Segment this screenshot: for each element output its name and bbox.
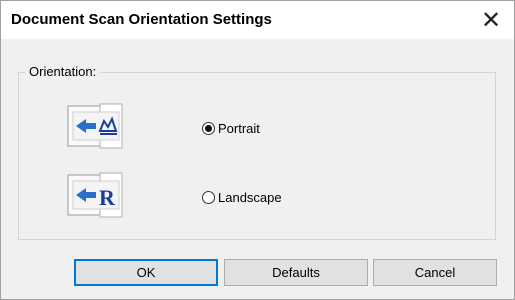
ok-button[interactable]: OK: [74, 259, 218, 286]
svg-text:R: R: [99, 185, 116, 210]
portrait-radio[interactable]: Portrait: [202, 121, 260, 136]
portrait-orientation-icon: [64, 102, 136, 152]
defaults-button[interactable]: Defaults: [224, 259, 368, 286]
title-bar: Document Scan Orientation Settings ✕: [1, 1, 514, 39]
landscape-orientation-icon: R: [64, 171, 136, 221]
landscape-radio[interactable]: Landscape: [202, 190, 282, 205]
portrait-radio-button[interactable]: [202, 122, 215, 135]
orientation-settings-dialog: Document Scan Orientation Settings ✕ Ori…: [0, 0, 515, 300]
portrait-radio-label: Portrait: [218, 121, 260, 136]
close-button[interactable]: ✕: [468, 1, 514, 39]
landscape-radio-label: Landscape: [218, 190, 282, 205]
cancel-button[interactable]: Cancel: [373, 259, 497, 286]
landscape-radio-button[interactable]: [202, 191, 215, 204]
orientation-group-label: Orientation:: [25, 64, 101, 79]
dialog-title: Document Scan Orientation Settings: [11, 11, 272, 28]
close-icon: ✕: [480, 6, 502, 34]
